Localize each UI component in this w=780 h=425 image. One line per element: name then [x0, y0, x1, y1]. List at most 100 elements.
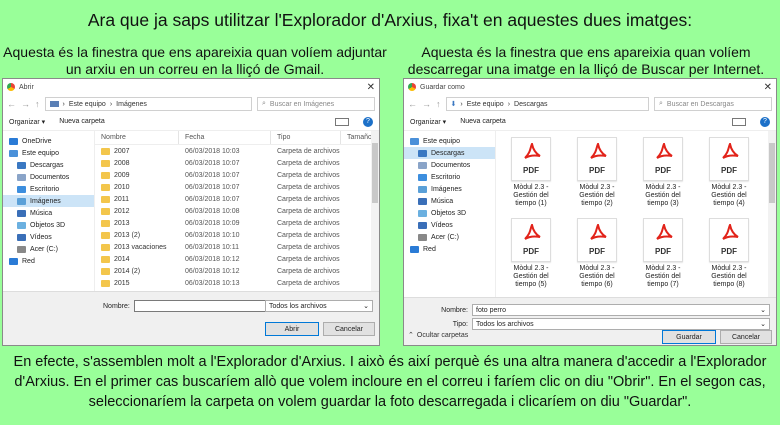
- new-folder-button[interactable]: Nueva carpeta: [460, 118, 506, 125]
- sidebar-item[interactable]: Descargas: [3, 159, 94, 171]
- file-tile[interactable]: PDF Mòdul 2.3 - Gestión del tiempo (8): [700, 218, 758, 289]
- close-icon[interactable]: ✕: [367, 82, 375, 93]
- sidebar-item[interactable]: Imágenes: [3, 195, 94, 207]
- close-icon[interactable]: ✕: [764, 82, 772, 93]
- scrollbar[interactable]: [768, 131, 776, 297]
- scrollbar-thumb[interactable]: [769, 143, 775, 203]
- sidebar-item[interactable]: Música: [404, 195, 495, 207]
- forward-arrow-icon[interactable]: →: [422, 99, 431, 109]
- file-tile[interactable]: PDF Mòdul 2.3 - Gestión del tiempo (4): [700, 137, 758, 208]
- breadcrumb-item[interactable]: Descargas: [514, 101, 547, 108]
- pdf-file-icon: PDF: [511, 137, 551, 181]
- open-dialog-footer: Nombre: Todos los archivos ⌄ Abrir Cance…: [3, 291, 379, 345]
- table-row[interactable]: 2013 06/03/2018 10:09 Carpeta de archivos: [95, 217, 379, 229]
- search-icon: ⌕: [659, 100, 663, 107]
- breadcrumb-item[interactable]: Imágenes: [116, 101, 147, 108]
- organize-menu[interactable]: Organizar ▾: [9, 118, 45, 126]
- sidebar-item[interactable]: Este equipo: [3, 147, 94, 159]
- up-arrow-icon[interactable]: ↑: [35, 99, 40, 109]
- table-row[interactable]: 2013 vacaciones 06/03/2018 10:11 Carpeta d…: [95, 241, 379, 253]
- search-input[interactable]: ⌕ Buscar en Imágenes: [257, 97, 375, 111]
- open-dialog-address-row: ← → ↑ › Este equipo › Imágenes ⌕ Buscar …: [3, 95, 379, 113]
- acrobat-icon: [722, 224, 739, 240]
- sidebar-item[interactable]: OneDrive: [3, 135, 94, 147]
- column-header-type[interactable]: Tipo: [271, 131, 341, 144]
- back-arrow-icon[interactable]: ←: [7, 99, 16, 109]
- sidebar-item[interactable]: Acer (C:): [3, 243, 94, 255]
- sidebar-item[interactable]: Red: [3, 255, 94, 267]
- table-row[interactable]: 2010 06/03/2018 10:07 Carpeta de archivos: [95, 181, 379, 193]
- network-icon: [410, 245, 419, 253]
- file-date: 06/03/2018 10:12: [185, 267, 240, 275]
- file-tile[interactable]: PDF Mòdul 2.3 - Gestión del tiempo (6): [568, 218, 626, 289]
- open-button[interactable]: Abrir: [265, 322, 319, 336]
- sidebar-item[interactable]: Red: [404, 243, 495, 255]
- file-tile[interactable]: PDF Mòdul 2.3 - Gestión del tiempo (7): [634, 218, 692, 289]
- file-tile[interactable]: PDF Mòdul 2.3 - Gestión del tiempo (2): [568, 137, 626, 208]
- table-row[interactable]: 2011 06/03/2018 10:07 Carpeta de archivos: [95, 193, 379, 205]
- open-dialog-toolbar: Organizar ▾ Nueva carpeta ?: [3, 113, 379, 131]
- organize-menu[interactable]: Organizar ▾: [410, 118, 446, 126]
- table-row[interactable]: 2013 (2) 06/03/2018 10:10 Carpeta de archi…: [95, 229, 379, 241]
- back-arrow-icon[interactable]: ←: [408, 99, 417, 109]
- sidebar-item[interactable]: Este equipo: [404, 135, 495, 147]
- chevron-down-icon: ⌄: [760, 321, 766, 328]
- table-row[interactable]: 2009 06/03/2018 10:07 Carpeta de archivos: [95, 169, 379, 181]
- download-icon: ⬇: [450, 101, 457, 108]
- file-name: 2013: [114, 219, 130, 227]
- save-type-select[interactable]: Todos los archivos ⌄: [472, 318, 770, 330]
- folder-icon: [101, 243, 110, 251]
- filename-input[interactable]: foto perro ⌄: [472, 304, 770, 316]
- sidebar-item[interactable]: Descargas: [404, 147, 495, 159]
- file-tile[interactable]: PDF Mòdul 2.3 - Gestión del tiempo (5): [502, 218, 560, 289]
- sidebar-item[interactable]: Escritorio: [3, 183, 94, 195]
- address-bar[interactable]: › Este equipo › Imágenes: [44, 97, 252, 111]
- address-bar[interactable]: ⬇ › Este equipo › Descargas: [445, 97, 649, 111]
- help-icon[interactable]: ?: [363, 116, 373, 127]
- sidebar-item[interactable]: Documentos: [404, 159, 495, 171]
- folder-icon: [101, 255, 110, 263]
- cancel-button[interactable]: Cancelar: [720, 330, 772, 344]
- search-input[interactable]: ⌕ Buscar en Descargas: [654, 97, 772, 111]
- table-row[interactable]: 2014 (2) 06/03/2018 10:12 Carpeta de archi…: [95, 265, 379, 277]
- table-row[interactable]: 2014 06/03/2018 10:12 Carpeta de archivos: [95, 253, 379, 265]
- save-button[interactable]: Guardar: [662, 330, 716, 344]
- sidebar-item[interactable]: Objetos 3D: [3, 219, 94, 231]
- file-type: Carpeta de archivos: [277, 171, 340, 179]
- sidebar-item[interactable]: Escritorio: [404, 171, 495, 183]
- file-type: Carpeta de archivos: [277, 219, 340, 227]
- filename-input[interactable]: [133, 300, 284, 312]
- cancel-button[interactable]: Cancelar: [323, 322, 375, 336]
- scrollbar[interactable]: [371, 131, 379, 291]
- sidebar-item[interactable]: Imágenes: [404, 183, 495, 195]
- sidebar-item-label: Acer (C:): [431, 233, 459, 241]
- help-icon[interactable]: ?: [760, 116, 770, 127]
- scrollbar-thumb[interactable]: [372, 143, 378, 203]
- forward-arrow-icon[interactable]: →: [21, 99, 30, 109]
- column-header-name[interactable]: Nombre: [95, 131, 179, 144]
- table-row[interactable]: 2015 06/03/2018 10:13 Carpeta de archivos: [95, 277, 379, 289]
- column-header-date[interactable]: Fecha: [179, 131, 271, 144]
- table-row[interactable]: 2007 06/03/2018 10:03 Carpeta de archivos: [95, 145, 379, 157]
- sidebar-item[interactable]: Vídeos: [3, 231, 94, 243]
- table-row[interactable]: 2008 06/03/2018 10:07 Carpeta de archivos: [95, 157, 379, 169]
- up-arrow-icon[interactable]: ↑: [436, 99, 441, 109]
- sidebar-item[interactable]: Documentos: [3, 171, 94, 183]
- breadcrumb-item[interactable]: Este equipo: [69, 101, 106, 108]
- acrobat-icon: [524, 224, 541, 240]
- new-folder-button[interactable]: Nueva carpeta: [59, 118, 105, 125]
- breadcrumb-item[interactable]: Este equipo: [467, 101, 504, 108]
- sidebar-item[interactable]: Acer (C:): [404, 231, 495, 243]
- sidebar-item[interactable]: Objetos 3D: [404, 207, 495, 219]
- view-options-icon[interactable]: [335, 117, 349, 126]
- file-type-select[interactable]: Todos los archivos ⌄: [265, 300, 373, 312]
- sidebar-item[interactable]: Vídeos: [404, 219, 495, 231]
- videos-icon: [17, 233, 26, 241]
- table-row[interactable]: 2012 06/03/2018 10:08 Carpeta de archivos: [95, 205, 379, 217]
- file-tile[interactable]: PDF Mòdul 2.3 - Gestión del tiempo (1): [502, 137, 560, 208]
- sidebar-item[interactable]: Música: [3, 207, 94, 219]
- hide-folders-toggle[interactable]: ⌃ Ocultar carpetas: [408, 331, 468, 340]
- file-tile[interactable]: PDF Mòdul 2.3 - Gestión del tiempo (3): [634, 137, 692, 208]
- file-date: 06/03/2018 10:07: [185, 159, 240, 167]
- view-options-icon[interactable]: [732, 117, 746, 126]
